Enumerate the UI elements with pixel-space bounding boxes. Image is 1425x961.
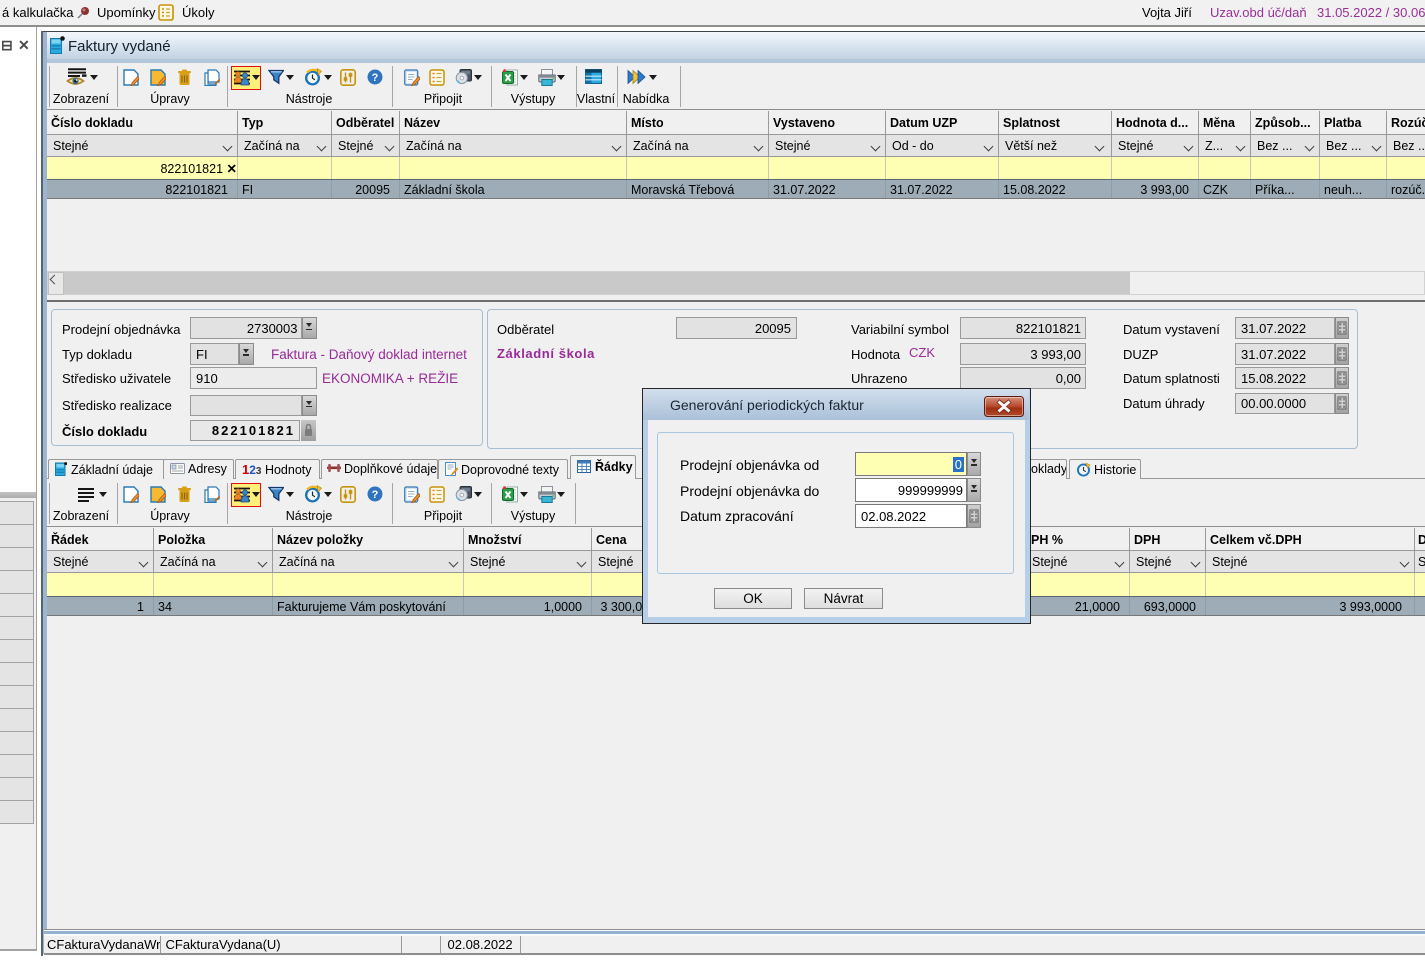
svg-text:?: ? bbox=[372, 489, 379, 501]
svg-text:?: ? bbox=[372, 72, 379, 84]
